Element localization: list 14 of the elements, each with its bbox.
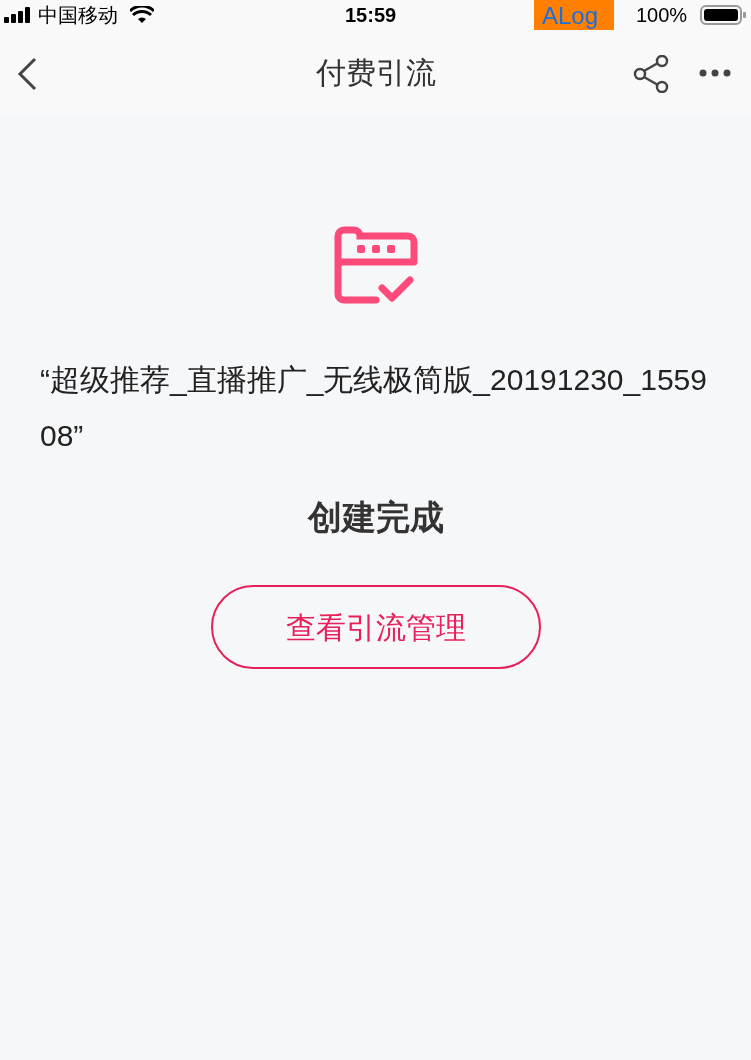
campaign-name: “超级推荐_直播推广_无线极简版_20191230_155908” — [39, 362, 708, 454]
status-time: 15:59 — [345, 3, 397, 28]
status-message: 创建完成 — [307, 497, 444, 538]
share-icon — [632, 55, 670, 93]
page-title: 付费引流 — [315, 54, 436, 91]
carrier-name: 中国移动 — [38, 2, 118, 29]
share-button[interactable] — [632, 55, 670, 93]
wifi-icon — [130, 6, 154, 24]
battery-icon — [700, 5, 746, 25]
battery-percent: 100% — [636, 3, 688, 28]
more-icon — [698, 68, 732, 78]
back-icon — [17, 57, 37, 91]
more-button[interactable] — [698, 68, 732, 78]
view-management-button[interactable]: 查看引流管理 — [210, 585, 541, 669]
